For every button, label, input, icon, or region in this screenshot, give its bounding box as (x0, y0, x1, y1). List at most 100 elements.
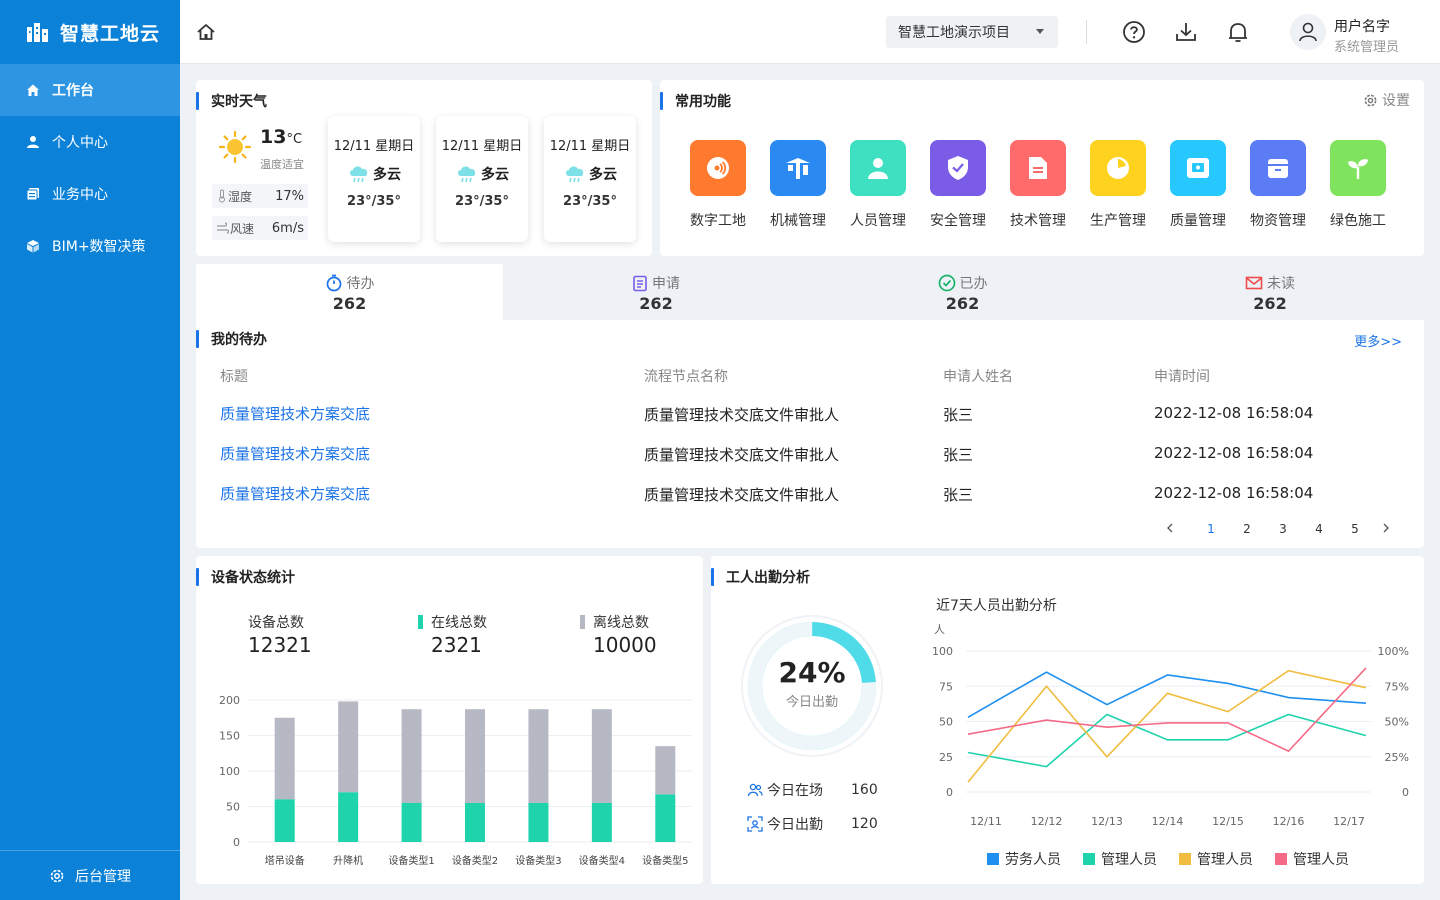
function-label: 机械管理 (770, 213, 826, 229)
bar-online[interactable] (591, 802, 612, 842)
bar-offline[interactable] (338, 701, 359, 793)
forecast-temp: 23°/35° (347, 194, 401, 209)
function-machinery[interactable]: 机械管理 (758, 140, 838, 230)
forecast-day: 12/11 星期日 多云 23°/35° (436, 116, 528, 242)
bell-icon[interactable] (1226, 20, 1250, 44)
sidebar-item-business[interactable]: 业务中心 (0, 168, 180, 220)
bar-online[interactable] (465, 802, 485, 842)
series-line[interactable] (967, 669, 1367, 783)
function-digital-site[interactable]: 数字工地 (678, 140, 758, 230)
x-tick-label: 设备类型3 (515, 854, 561, 867)
tab-count: 262 (639, 294, 673, 313)
bar-offline[interactable] (655, 746, 676, 795)
tab-todo[interactable]: 待办 262 (196, 264, 503, 320)
wind-label: 风速 (230, 221, 255, 236)
bar-online[interactable] (338, 792, 359, 842)
pager-next[interactable] (1376, 522, 1396, 536)
legend-item[interactable]: 劳务人员 (987, 849, 1061, 869)
document-icon (1029, 157, 1047, 179)
function-label: 绿色施工 (1330, 213, 1386, 229)
humidity-value: 17% (275, 188, 304, 204)
avatar[interactable] (1290, 14, 1326, 50)
function-technical[interactable]: 技术管理 (998, 140, 1078, 230)
bar-offline[interactable] (528, 709, 549, 803)
function-materials[interactable]: 物资管理 (1238, 140, 1318, 230)
settings-label: 设置 (1382, 93, 1410, 109)
tab-apply[interactable]: 申请 262 (503, 264, 809, 320)
x-tick-label: 升降机 (333, 854, 363, 867)
bar-online[interactable] (528, 802, 549, 842)
function-production[interactable]: 生产管理 (1078, 140, 1158, 230)
sidebar-item-personal[interactable]: 个人中心 (0, 116, 180, 168)
function-personnel[interactable]: 人员管理 (838, 140, 918, 230)
tab-label: 已办 (959, 276, 988, 292)
app-title: 智慧工地云 (60, 22, 161, 45)
building-logo-icon (27, 23, 48, 42)
settings-button[interactable]: 设置 (1363, 90, 1410, 110)
legend-swatch (1083, 853, 1095, 865)
tab-label: 待办 (346, 276, 375, 292)
pager-prev[interactable] (1160, 522, 1180, 536)
y-tick-label: 100 (932, 645, 953, 658)
sidebar-item-workbench[interactable]: 工作台 (0, 64, 180, 116)
task-applicant: 张三 (943, 486, 974, 504)
x-tick-label: 12/15 (1212, 815, 1244, 828)
weather-card: 实时天气 13°C 温度适宜 湿度 17% 风速 6m/s 12/11 星期日 … (196, 80, 652, 256)
todo-title: 我的待办 (196, 330, 267, 348)
more-link[interactable]: 更多>> (1354, 331, 1402, 350)
task-title-link[interactable]: 质量管理技术方案交底 (220, 403, 370, 424)
pager-page[interactable]: 4 (1309, 522, 1329, 536)
device-bar-chart: 0 50 100 150 200 塔吊设备 升降机 设备类型1 设备类型2 设备类型3 设备类型4 设… (219, 694, 692, 867)
pager-page[interactable]: 1 (1201, 522, 1221, 536)
function-quality[interactable]: 质量管理 (1158, 140, 1238, 230)
bar-offline[interactable] (465, 709, 485, 803)
x-tick-label: 设备类型2 (452, 854, 498, 867)
function-safety[interactable]: 安全管理 (918, 140, 998, 230)
function-icon (770, 140, 826, 196)
x-tick-label: 12/12 (1031, 815, 1063, 828)
function-icon (1090, 140, 1146, 196)
pager-page[interactable]: 5 (1345, 522, 1365, 536)
bar-online[interactable] (401, 802, 422, 842)
tasks-card: 待办 262 申请 262 已办 262 未读 262 我的待办 更多>> 标题… (196, 264, 1424, 548)
bar-offline[interactable] (274, 717, 295, 800)
help-icon[interactable] (1122, 20, 1146, 44)
x-tick-label: 设备类型5 (642, 854, 688, 867)
legend-swatch (1275, 853, 1287, 865)
legend-item[interactable]: 管理人员 (1083, 849, 1157, 869)
function-green[interactable]: 绿色施工 (1318, 140, 1398, 230)
task-title-link[interactable]: 质量管理技术方案交底 (220, 443, 370, 464)
box-icon (1268, 159, 1288, 178)
task-title-link[interactable]: 质量管理技术方案交底 (220, 483, 370, 504)
app-logo[interactable]: 智慧工地云 (0, 0, 180, 64)
function-label: 人员管理 (850, 213, 906, 229)
chevron-left-icon (1167, 523, 1173, 533)
download-icon[interactable] (1174, 20, 1198, 44)
task-applicant: 张三 (943, 446, 974, 464)
pager-page[interactable]: 3 (1273, 522, 1293, 536)
project-select[interactable]: 智慧工地演示项目 (886, 16, 1058, 48)
divider (1086, 20, 1087, 44)
legend-item[interactable]: 管理人员 (1275, 849, 1349, 869)
bar-offline[interactable] (401, 709, 422, 803)
tab-count: 262 (1253, 294, 1287, 313)
bar-offline[interactable] (591, 709, 612, 803)
home-icon[interactable] (196, 22, 216, 42)
device-status-card: 设备状态统计 设备总数 12321 在线总数 2321 离线总数 10000 0… (196, 556, 703, 884)
forecast-condition: 多云 (328, 164, 420, 184)
tab-unread[interactable]: 未读 262 (1116, 264, 1424, 320)
tab-done[interactable]: 已办 262 (809, 264, 1116, 320)
admin-button[interactable]: 后台管理 (0, 850, 180, 900)
sunny-icon (218, 130, 252, 164)
pager-page[interactable]: 2 (1237, 522, 1257, 536)
bar-online[interactable] (655, 794, 676, 842)
x-tick-label: 设备类型4 (579, 854, 625, 867)
task-node: 质量管理技术交底文件审批人 (644, 486, 840, 504)
y2-tick-label: 100% (1378, 645, 1409, 658)
legend-item[interactable]: 管理人员 (1179, 849, 1253, 869)
y-tick-label: 100 (219, 765, 240, 778)
functions-title: 常用功能 (660, 92, 731, 110)
user-name[interactable]: 用户名字 (1334, 16, 1390, 36)
bar-online[interactable] (274, 799, 295, 842)
sidebar-item-bim[interactable]: BIM+数智决策 (0, 220, 180, 272)
